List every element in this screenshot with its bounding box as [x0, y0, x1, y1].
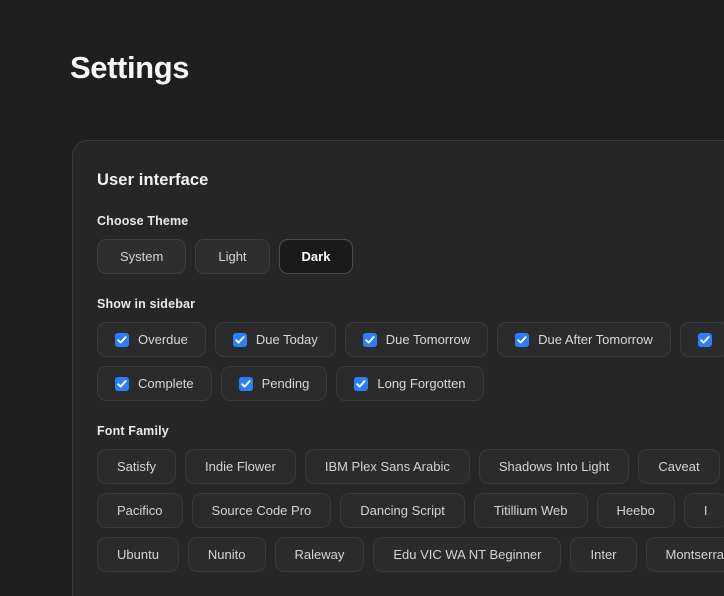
font-option-shadows-into-light[interactable]: Shadows Into Light — [478, 449, 630, 484]
font-option-raleway[interactable]: Raleway — [274, 537, 365, 572]
sidebar-visibility-label: Show in sidebar — [97, 297, 196, 311]
sidebar-visibility-item-long-forgotten[interactable]: Long Forgotten — [336, 366, 484, 401]
font-family-section: Font Family Satisfy Indie Flower IBM Plex … — [97, 423, 724, 572]
checkbox-checked-icon[interactable] — [697, 332, 712, 347]
checkbox-checked-icon[interactable] — [238, 376, 253, 391]
sidebar-visibility-row: Complete Pending Long Forgotten — [97, 366, 724, 401]
sidebar-visibility-item-due-today[interactable]: Due Today — [214, 322, 336, 357]
card-title: User interface — [97, 171, 209, 189]
sidebar-visibility-item-due-after-tomorrow[interactable]: Due After Tomorrow — [497, 322, 671, 357]
sidebar-visibility-item-label: Overdue — [138, 331, 188, 347]
page-title: Settings — [70, 50, 190, 85]
checkbox-checked-icon[interactable] — [362, 332, 377, 347]
checkbox-checked-icon[interactable] — [515, 332, 530, 347]
sidebar-visibility-item-label: Pending — [261, 375, 310, 391]
sidebar-visibility-item-overdue[interactable]: Overdue — [97, 322, 206, 357]
font-option-heebo[interactable]: Heebo — [596, 493, 675, 528]
font-option-ubuntu[interactable]: Ubuntu — [97, 537, 179, 572]
font-option-source-code-pro[interactable]: Source Code Pro — [191, 493, 332, 528]
sidebar-visibility-section: Show in sidebar Overdue Due Today Due Tomo… — [97, 296, 724, 401]
font-option-dancing-script[interactable]: Dancing Script — [340, 493, 465, 528]
settings-page: Settings User interface Choose Theme Sys… — [0, 0, 724, 596]
sidebar-visibility-item-pending[interactable]: Pending — [220, 366, 328, 401]
theme-option-dark[interactable]: Dark — [278, 239, 354, 274]
theme-options-row: System Light Dark — [97, 239, 724, 274]
font-option-i[interactable]: I — [683, 493, 724, 528]
checkbox-checked-icon[interactable] — [115, 376, 129, 391]
font-option-satisfy[interactable]: Satisfy — [97, 449, 177, 484]
font-option-montserrat[interactable]: Montserrat — [645, 537, 724, 572]
theme-section-label: Choose Theme — [97, 214, 189, 228]
sidebar-visibility-item-truncated[interactable] — [679, 322, 724, 357]
font-family-label: Font Family — [97, 424, 169, 438]
font-option-edu-vic-wa-nt-beginner[interactable]: Edu VIC WA NT Beginner — [373, 537, 562, 572]
sidebar-visibility-item-label: Due After Tomorrow — [538, 331, 653, 347]
sidebar-visibility-item-label: Long Forgotten — [377, 375, 466, 391]
font-family-row: Ubuntu Nunito Raleway Edu VIC WA NT Beginne… — [97, 537, 724, 572]
user-interface-card: User interface Choose Theme System Light D… — [72, 140, 724, 596]
font-option-nunito[interactable]: Nunito — [187, 537, 266, 572]
font-option-indie-flower[interactable]: Indie Flower — [185, 449, 296, 484]
font-option-inter[interactable]: Inter — [570, 537, 637, 572]
theme-option-system[interactable]: System — [97, 239, 187, 274]
font-option-caveat[interactable]: Caveat — [638, 449, 720, 484]
sidebar-visibility-item-due-tomorrow[interactable]: Due Tomorrow — [344, 322, 489, 357]
sidebar-visibility-row: Overdue Due Today Due Tomorrow Due After To… — [97, 322, 724, 357]
font-option-titillium-web[interactable]: Titillium Web — [473, 493, 588, 528]
theme-option-light[interactable]: Light — [195, 239, 270, 274]
font-option-pacifico[interactable]: Pacifico — [97, 493, 183, 528]
sidebar-visibility-rows: Overdue Due Today Due Tomorrow Due After To… — [97, 322, 724, 401]
sidebar-visibility-item-label: Due Today — [255, 331, 318, 347]
font-family-rows: Satisfy Indie Flower IBM Plex Sans Arabic S… — [97, 449, 724, 572]
theme-section: Choose Theme System Light Dark — [97, 213, 724, 274]
sidebar-visibility-item-label: Complete — [138, 375, 194, 391]
sidebar-visibility-item-label: Due Tomorrow — [385, 331, 471, 347]
sidebar-visibility-item-complete[interactable]: Complete — [97, 366, 212, 401]
checkbox-checked-icon[interactable] — [115, 332, 129, 347]
checkbox-checked-icon[interactable] — [354, 376, 369, 391]
font-family-row: Pacifico Source Code Pro Dancing Script Tit… — [97, 493, 724, 528]
font-family-row: Satisfy Indie Flower IBM Plex Sans Arabic S… — [97, 449, 724, 484]
font-option-ibm-plex-sans-arabic[interactable]: IBM Plex Sans Arabic — [304, 449, 470, 484]
checkbox-checked-icon[interactable] — [232, 332, 247, 347]
